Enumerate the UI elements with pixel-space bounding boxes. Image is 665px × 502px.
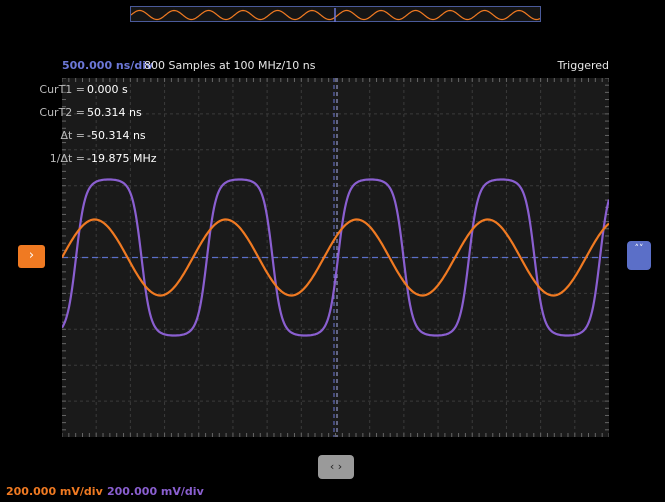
delta-t-label: Δt = [60,129,85,142]
horizontal-pan-button[interactable]: ‹ › [318,455,354,479]
inv-delta-t-label: 1/Δt = [49,152,85,165]
curt1-value: 0.000 s [87,83,128,96]
trigger-status: Triggered [557,59,609,72]
inv-delta-t-value: -19.875 MHz [87,152,157,165]
waveform-overview[interactable] [130,6,541,22]
ch2-scale[interactable]: 200.000 mV/div [107,485,204,498]
ch1-offset-marker[interactable]: › [18,245,45,268]
trigger-level-marker[interactable]: ˄˅ [627,241,651,270]
overview-waveform [130,8,541,22]
timebase-label[interactable]: 500.000 ns/div [62,59,153,72]
sample-info: 800 Samples at 100 MHz/10 ns [144,59,316,72]
curt1-label: CurT1 = [39,83,85,96]
chevron-up-down-icon: ˄˅ [634,244,644,254]
chevron-left-right-icon: ‹ › [329,460,343,473]
delta-t-value: -50.314 ns [87,129,146,142]
chevron-right-icon: › [28,248,35,263]
curt2-label: CurT2 = [39,106,85,119]
ch1-scale[interactable]: 200.000 mV/div [6,485,103,498]
curt2-value: 50.314 ns [87,106,142,119]
